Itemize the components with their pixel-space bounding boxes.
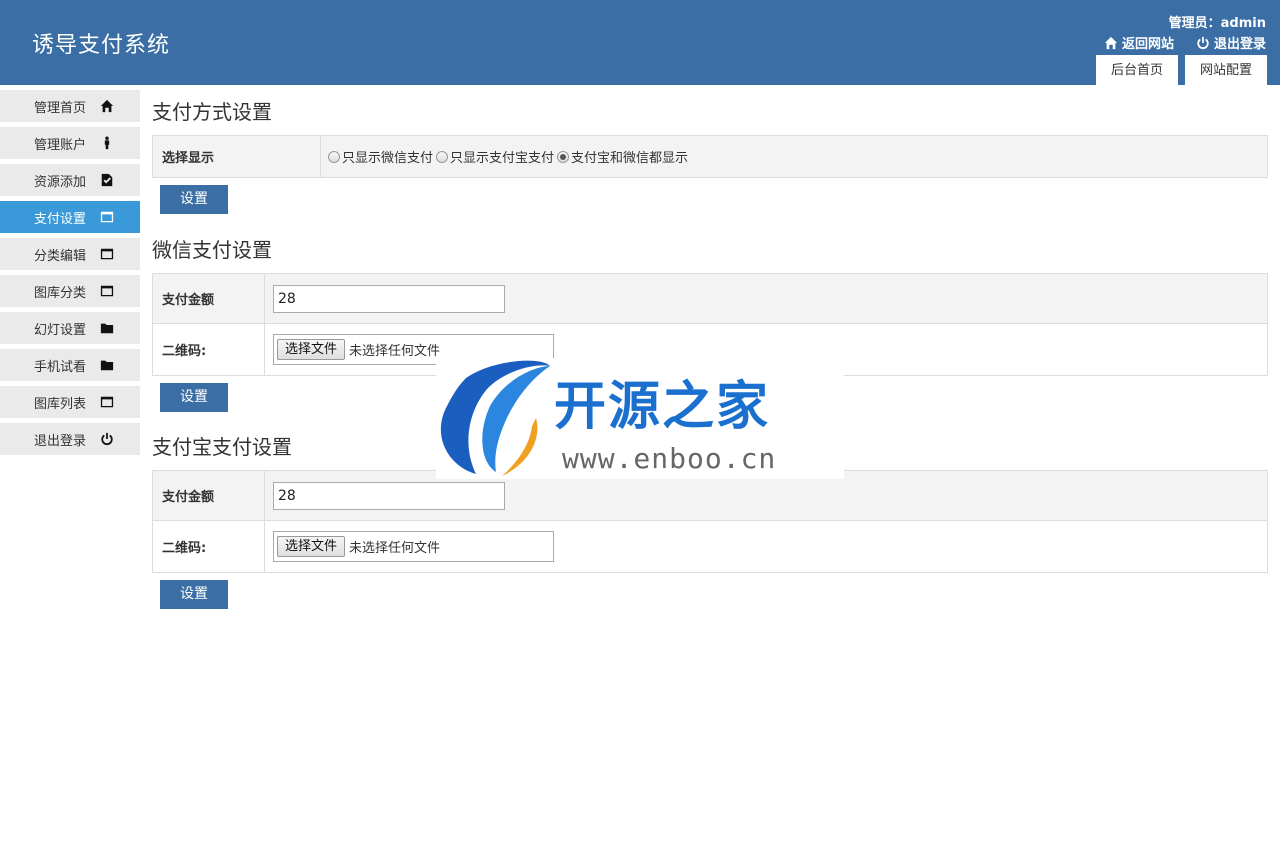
back-to-site-label: 返回网站	[1121, 37, 1174, 52]
sidebar-item-category-edit[interactable]: 分类编辑	[0, 238, 140, 270]
document-icon	[100, 173, 114, 187]
choose-file-button[interactable]: 选择文件	[277, 536, 346, 557]
file-status: 未选择任何文件	[349, 541, 441, 556]
alipay-qrcode-label: 二维码:	[152, 520, 265, 573]
sidebar-item-label: 管理账户	[34, 137, 87, 153]
home-icon	[100, 99, 114, 113]
power-icon	[1197, 36, 1209, 49]
logout-label: 退出登录	[1213, 37, 1266, 52]
payment-method-label: 选择显示	[152, 135, 321, 178]
logout-link[interactable]: 退出登录	[1196, 33, 1266, 52]
sidebar: 管理首页 管理账户 资源添加 支付设置 分类编辑 图库分类 幻灯设置 手机试看 …	[0, 90, 140, 460]
power-icon	[100, 432, 114, 446]
alipay-qrcode-file-input[interactable]: 选择文件 未选择任何文件	[273, 531, 554, 562]
user-icon	[100, 136, 114, 150]
alipay-amount-input[interactable]: 28	[273, 481, 505, 510]
wechat-submit-button[interactable]: 设置	[160, 383, 228, 412]
sidebar-item-label: 退出登录	[34, 433, 87, 449]
back-to-site-link[interactable]: 返回网站	[1104, 33, 1174, 52]
window-icon	[100, 247, 114, 261]
wechat-section-title: 微信支付设置	[152, 238, 272, 262]
folder-icon	[100, 358, 114, 372]
sidebar-item-label: 手机试看	[34, 359, 87, 375]
sidebar-item-mobile-preview[interactable]: 手机试看	[0, 349, 140, 381]
radio-label: 只显示微信支付	[342, 151, 434, 166]
top-header: 诱导支付系统 管理员：admin 返回网站 退出登录 后台首页 网站配置	[0, 0, 1280, 85]
payment-method-submit-button[interactable]: 设置	[160, 185, 228, 214]
tab-admin-home[interactable]: 后台首页	[1095, 55, 1178, 85]
brand-title: 诱导支付系统	[32, 33, 171, 58]
sidebar-item-add-resource[interactable]: 资源添加	[0, 164, 140, 196]
sidebar-item-label: 资源添加	[34, 174, 87, 190]
sidebar-item-payment-settings[interactable]: 支付设置	[0, 201, 140, 233]
watermark-url: www.enboo.cn	[562, 442, 777, 475]
top-tabs: 后台首页 网站配置	[1095, 55, 1267, 85]
file-status: 未选择任何文件	[349, 344, 441, 359]
folder-icon	[100, 321, 114, 335]
wechat-amount-input[interactable]: 28	[273, 284, 505, 313]
sidebar-item-label: 支付设置	[34, 211, 87, 227]
radio-button[interactable]	[557, 150, 570, 163]
wechat-qrcode-label: 二维码:	[152, 323, 265, 376]
logo-swoosh-icon	[440, 360, 550, 476]
radio-label: 只显示支付宝支付	[450, 151, 555, 166]
top-links: 返回网站 退出登录	[1104, 33, 1266, 52]
sidebar-item-label: 幻灯设置	[34, 322, 87, 338]
home-icon	[1104, 36, 1118, 49]
radio-alipay-only[interactable]: 只显示支付宝支付	[436, 147, 554, 166]
radio-wechat-only[interactable]: 只显示微信支付	[328, 147, 433, 166]
sidebar-item-gallery-category[interactable]: 图库分类	[0, 275, 140, 307]
alipay-section-title: 支付宝支付设置	[152, 435, 292, 459]
window-icon	[100, 210, 114, 224]
tab-site-config[interactable]: 网站配置	[1184, 55, 1267, 85]
sidebar-item-accounts[interactable]: 管理账户	[0, 127, 140, 159]
wechat-amount-label: 支付金额	[152, 273, 265, 324]
sidebar-item-label: 管理首页	[34, 100, 87, 116]
window-icon	[100, 395, 114, 409]
alipay-settings-table: 支付金额 28 二维码: 选择文件 未选择任何文件	[152, 470, 1268, 573]
alipay-submit-button[interactable]: 设置	[160, 580, 228, 609]
sidebar-item-label: 图库分类	[34, 285, 87, 301]
radio-button[interactable]	[436, 150, 449, 163]
radio-button[interactable]	[328, 150, 340, 163]
choose-file-button[interactable]: 选择文件	[277, 339, 346, 360]
payment-method-table: 选择显示 只显示微信支付 只显示支付宝支付 支付宝和微信都显示	[152, 135, 1268, 178]
admin-label: 管理员：admin	[1168, 16, 1266, 31]
alipay-amount-label: 支付金额	[152, 470, 265, 521]
payment-method-title: 支付方式设置	[152, 100, 272, 124]
radio-both[interactable]: 支付宝和微信都显示	[557, 147, 688, 166]
sidebar-item-logout[interactable]: 退出登录	[0, 423, 140, 455]
watermark-logo: 开源之家 www.enboo.cn	[436, 358, 844, 479]
sidebar-item-slideshow-settings[interactable]: 幻灯设置	[0, 312, 140, 344]
watermark-text: 开源之家	[554, 377, 771, 437]
radio-label: 支付宝和微信都显示	[571, 151, 689, 166]
sidebar-item-label: 图库列表	[34, 396, 87, 412]
sidebar-item-gallery-list[interactable]: 图库列表	[0, 386, 140, 418]
sidebar-item-admin-home[interactable]: 管理首页	[0, 90, 140, 122]
sidebar-item-label: 分类编辑	[34, 248, 87, 264]
payment-method-radio-group: 只显示微信支付 只显示支付宝支付 支付宝和微信都显示	[321, 147, 1267, 166]
window-icon	[100, 284, 114, 298]
